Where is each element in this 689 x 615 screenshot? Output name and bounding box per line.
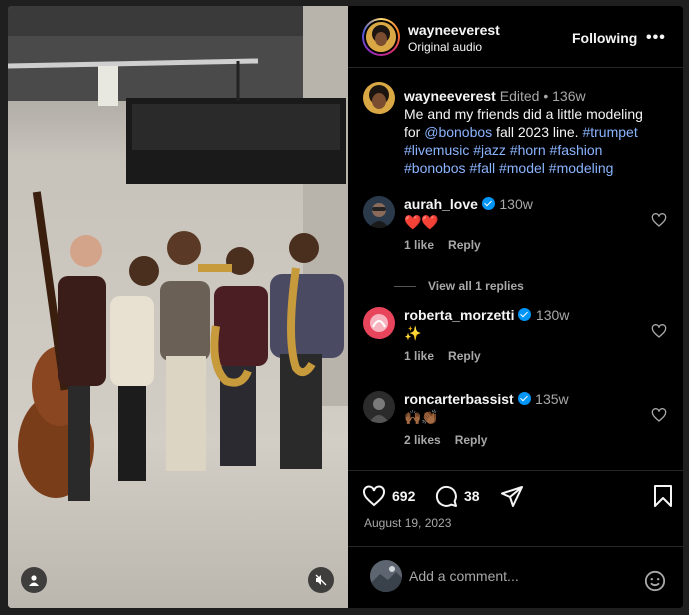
comment-likes[interactable]: 1 like <box>404 349 434 363</box>
caption-avatar[interactable] <box>363 82 395 114</box>
mention-link[interactable]: @bonobos <box>424 124 492 140</box>
hashtag-link[interactable]: #modeling <box>549 160 614 176</box>
hashtag-link[interactable]: #fall <box>469 160 495 176</box>
hashtag-link[interactable]: #livemusic <box>404 142 469 158</box>
hashtag-link[interactable]: #model <box>499 160 545 176</box>
emoji-picker-icon[interactable] <box>644 570 666 592</box>
post-date[interactable]: August 19, 2023 <box>364 516 451 530</box>
like-heart-icon[interactable] <box>362 484 386 508</box>
more-options-icon[interactable]: ••• <box>646 29 666 47</box>
following-button[interactable]: Following <box>572 30 637 46</box>
hashtag-link[interactable]: #bonobos <box>404 160 466 176</box>
reply-button[interactable]: Reply <box>455 433 488 447</box>
comment-count[interactable]: 38 <box>464 488 480 504</box>
comment-text: 🙌🏾👏🏾 <box>404 409 439 425</box>
hashtag-link[interactable]: #jazz <box>473 142 506 158</box>
add-comment-input[interactable]: Add a comment... <box>409 568 519 584</box>
like-comment-heart-icon[interactable] <box>651 323 667 339</box>
caption-text: fall 2023 line. <box>492 124 583 140</box>
caption-text-line1: Me and my friends did a little modeling <box>404 106 643 122</box>
hashtag-link[interactable]: #fashion <box>550 142 603 158</box>
post-dialog: wayneeverest Original audio Following ••… <box>8 6 683 608</box>
edited-label: Edited <box>499 88 540 104</box>
comment-text: ✨ <box>404 325 422 341</box>
verified-badge-icon <box>481 197 495 210</box>
comment-username[interactable]: roncarterbassist <box>404 391 514 407</box>
hashtag-link[interactable]: #horn <box>510 142 546 158</box>
author-username[interactable]: wayneeverest <box>408 22 500 38</box>
verified-badge-icon <box>518 308 532 321</box>
post-panel: wayneeverest Original audio Following ••… <box>348 6 683 608</box>
like-comment-heart-icon[interactable] <box>651 407 667 423</box>
tagged-users-button[interactable] <box>21 567 47 593</box>
like-comment-heart-icon[interactable] <box>651 212 667 228</box>
reply-button[interactable]: Reply <box>448 238 481 252</box>
audio-link[interactable]: Original audio <box>408 40 482 54</box>
like-count[interactable]: 692 <box>392 488 415 504</box>
comment-age[interactable]: 130w <box>499 196 532 212</box>
caption-username[interactable]: wayneeverest <box>404 88 496 104</box>
speaker-muted-icon <box>315 574 327 586</box>
separator-dot: • <box>543 88 549 104</box>
comment-avatar[interactable] <box>363 391 395 423</box>
comment-text: ❤️❤️ <box>404 214 439 230</box>
photo-image <box>8 6 348 608</box>
comment-age[interactable]: 135w <box>535 391 568 407</box>
comment-age[interactable]: 130w <box>536 307 569 323</box>
comment-username[interactable]: aurah_love <box>404 196 478 212</box>
footer-divider <box>348 470 683 471</box>
user-icon <box>29 575 39 586</box>
caption-age[interactable]: 136w <box>552 88 585 104</box>
comment-username[interactable]: roberta_morzetti <box>404 307 514 323</box>
caption-text: for <box>404 124 425 140</box>
current-user-avatar <box>370 560 402 592</box>
reply-button[interactable]: Reply <box>448 349 481 363</box>
post-media[interactable] <box>8 6 348 608</box>
post-header: wayneeverest Original audio Following ••… <box>348 6 683 68</box>
comment-avatar[interactable] <box>363 307 395 339</box>
save-bookmark-icon[interactable] <box>652 484 674 508</box>
author-avatar[interactable] <box>362 18 400 56</box>
comment-likes[interactable]: 1 like <box>404 238 434 252</box>
comment-likes[interactable]: 2 likes <box>404 433 441 447</box>
comment-icon[interactable] <box>434 484 458 508</box>
comment-avatar[interactable] <box>363 196 395 228</box>
comment-box-divider <box>348 546 683 547</box>
hashtag-link[interactable]: #trumpet <box>582 124 637 140</box>
post-caption: wayneeverest Edited • 136w Me and my fri… <box>404 87 666 177</box>
mute-button[interactable] <box>308 567 334 593</box>
view-replies-button[interactable]: View all 1 replies <box>404 279 524 293</box>
verified-badge-icon <box>517 392 531 405</box>
share-icon[interactable] <box>500 484 524 508</box>
